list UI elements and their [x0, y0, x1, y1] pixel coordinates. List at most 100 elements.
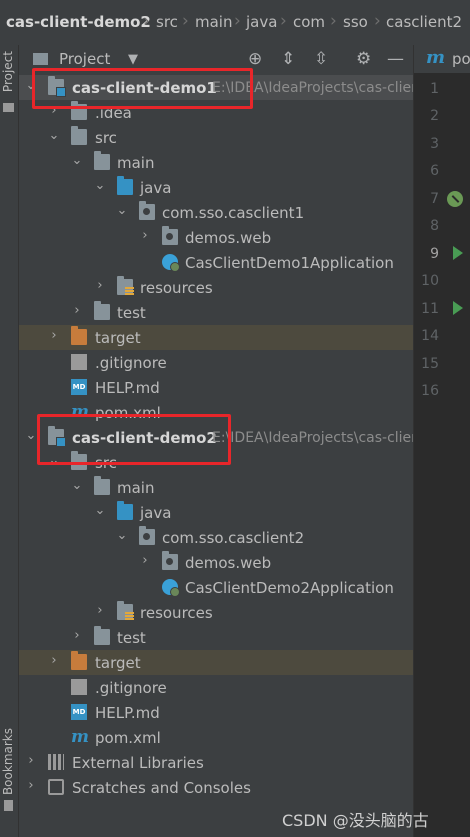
watermark: CSDN @没头脑的古: [282, 811, 429, 830]
chevron-right-icon[interactable]: ›: [24, 753, 38, 768]
bookmarks-tool-window-button[interactable]: Bookmarks: [1, 728, 15, 795]
tree-item-application-class[interactable]: CasClientDemo2Application: [19, 575, 413, 600]
tree-item-help-md[interactable]: MD HELP.md: [19, 700, 413, 725]
scratches-icon: [48, 779, 64, 795]
breadcrumb-item-java[interactable]: java: [246, 13, 277, 31]
expand-all-icon[interactable]: ⇕: [281, 49, 295, 69]
project-tool-window-button[interactable]: Project: [1, 51, 15, 92]
chevron-right-icon[interactable]: ›: [47, 653, 61, 668]
chevron-right-icon[interactable]: ›: [138, 553, 152, 568]
chevron-down-icon[interactable]: ⌄: [93, 178, 107, 193]
line-number: 10: [421, 273, 439, 289]
excluded-folder-icon: [71, 326, 87, 345]
folder-icon: [3, 103, 14, 112]
tree-item-help-md[interactable]: MD HELP.md: [19, 375, 413, 400]
gitignore-file-icon: [71, 354, 87, 370]
tree-item-resources[interactable]: › resources: [19, 600, 413, 625]
chevron-down-icon[interactable]: ⌄: [47, 128, 61, 143]
chevron-down-icon[interactable]: ⌄: [93, 503, 107, 518]
tree-item-label: target: [95, 329, 141, 347]
line-number: 16: [421, 383, 439, 399]
tree-item-pom[interactable]: m pom.xml: [19, 725, 413, 750]
breadcrumb-item-com[interactable]: com: [293, 13, 325, 31]
gear-icon[interactable]: ⚙: [356, 49, 371, 69]
breadcrumb-item-casclient2[interactable]: casclient2: [386, 13, 462, 31]
spring-bean-gutter-icon[interactable]: [447, 191, 463, 207]
tree-item-application-class[interactable]: CasClientDemo1Application: [19, 250, 413, 275]
dropdown-arrow-icon[interactable]: ▼: [128, 52, 138, 67]
tree-item-resources[interactable]: › resources: [19, 275, 413, 300]
resources-folder-icon: [117, 276, 134, 296]
tree-item-label: pom.xml: [95, 729, 161, 747]
chevron-right-icon[interactable]: ›: [93, 278, 107, 293]
tree-item-gitignore[interactable]: .gitignore: [19, 675, 413, 700]
tree-item-main[interactable]: ⌄ main: [19, 150, 413, 175]
annotation-highlight-demo1: [32, 68, 253, 109]
run-gutter-icon[interactable]: [453, 246, 463, 260]
hide-panel-icon[interactable]: —: [387, 49, 404, 69]
tree-item-label: demos.web: [185, 554, 272, 572]
tree-item-external-libraries[interactable]: › External Libraries: [19, 750, 413, 775]
project-view-selector[interactable]: Project: [59, 50, 110, 68]
source-folder-icon: [117, 501, 133, 520]
tree-item-label: com.sso.casclient1: [162, 204, 305, 222]
run-gutter-icon[interactable]: [453, 301, 463, 315]
spring-boot-class-icon: [162, 254, 180, 272]
chevron-down-icon[interactable]: ⌄: [24, 428, 38, 443]
tree-item-label: com.sso.casclient2: [162, 529, 305, 547]
tree-item-target[interactable]: › target: [19, 325, 413, 350]
tree-item-label: Scratches and Consoles: [72, 779, 251, 797]
tree-item-label: HELP.md: [95, 704, 160, 722]
tree-item-label: main: [117, 154, 155, 172]
chevron-down-icon[interactable]: ⌄: [70, 478, 84, 493]
chevron-down-icon[interactable]: ⌄: [70, 153, 84, 168]
chevron-down-icon[interactable]: ⌄: [115, 528, 129, 543]
breadcrumb-item-module[interactable]: cas-client-demo2: [6, 13, 151, 31]
tree-item-java[interactable]: ⌄ java: [19, 500, 413, 525]
tree-item-gitignore[interactable]: .gitignore: [19, 350, 413, 375]
breadcrumb-item-main[interactable]: main: [195, 13, 232, 31]
locate-file-icon[interactable]: ⊕: [248, 49, 262, 69]
line-number: 2: [430, 108, 439, 124]
breadcrumb-separator-icon: ›: [330, 11, 337, 31]
tree-item-label: demos.web: [185, 229, 272, 247]
breadcrumb-item-sso[interactable]: sso: [343, 13, 368, 31]
annotation-highlight-demo2: [37, 414, 231, 465]
tree-item-label: CasClientDemo2Application: [185, 579, 394, 597]
chevron-right-icon[interactable]: ›: [138, 228, 152, 243]
tree-item-test[interactable]: › test: [19, 625, 413, 650]
markdown-file-icon: MD: [71, 704, 87, 720]
tool-window-strip: Project Bookmarks: [0, 45, 19, 837]
navigation-breadcrumb: cas-client-demo2 › src › main › java › c…: [0, 0, 470, 46]
tree-item-label: java: [140, 504, 172, 522]
editor-tab[interactable]: m po: [414, 45, 470, 73]
tree-item-java[interactable]: ⌄ java: [19, 175, 413, 200]
chevron-down-icon[interactable]: ⌄: [115, 203, 129, 218]
tree-item-package[interactable]: ⌄ com.sso.casclient1: [19, 200, 413, 225]
tree-item-label: test: [117, 304, 146, 322]
folder-icon: [71, 126, 87, 145]
chevron-right-icon[interactable]: ›: [24, 778, 38, 793]
chevron-right-icon[interactable]: ›: [70, 628, 84, 643]
chevron-right-icon[interactable]: ›: [93, 603, 107, 618]
tree-item-label: resources: [140, 604, 213, 622]
line-number: 6: [430, 163, 439, 179]
tree-item-demos-web[interactable]: › demos.web: [19, 550, 413, 575]
tree-item-demos-web[interactable]: › demos.web: [19, 225, 413, 250]
tree-item-scratches[interactable]: › Scratches and Consoles: [19, 775, 413, 800]
maven-file-icon: m: [426, 47, 446, 68]
package-icon: [139, 526, 155, 545]
tree-item-main[interactable]: ⌄ main: [19, 475, 413, 500]
chevron-right-icon[interactable]: ›: [47, 328, 61, 343]
spring-boot-class-icon: [162, 579, 180, 597]
chevron-right-icon[interactable]: ›: [70, 303, 84, 318]
folder-icon: [94, 626, 110, 645]
tree-item-test[interactable]: › test: [19, 300, 413, 325]
collapse-all-icon[interactable]: ⇳: [314, 49, 328, 69]
breadcrumb-item-src[interactable]: src: [156, 13, 178, 31]
tree-item-target[interactable]: › target: [19, 650, 413, 675]
editor-tab-label: po: [452, 50, 470, 68]
gitignore-file-icon: [71, 679, 87, 695]
tree-item-package[interactable]: ⌄ com.sso.casclient2: [19, 525, 413, 550]
tree-item-src[interactable]: ⌄ src: [19, 125, 413, 150]
